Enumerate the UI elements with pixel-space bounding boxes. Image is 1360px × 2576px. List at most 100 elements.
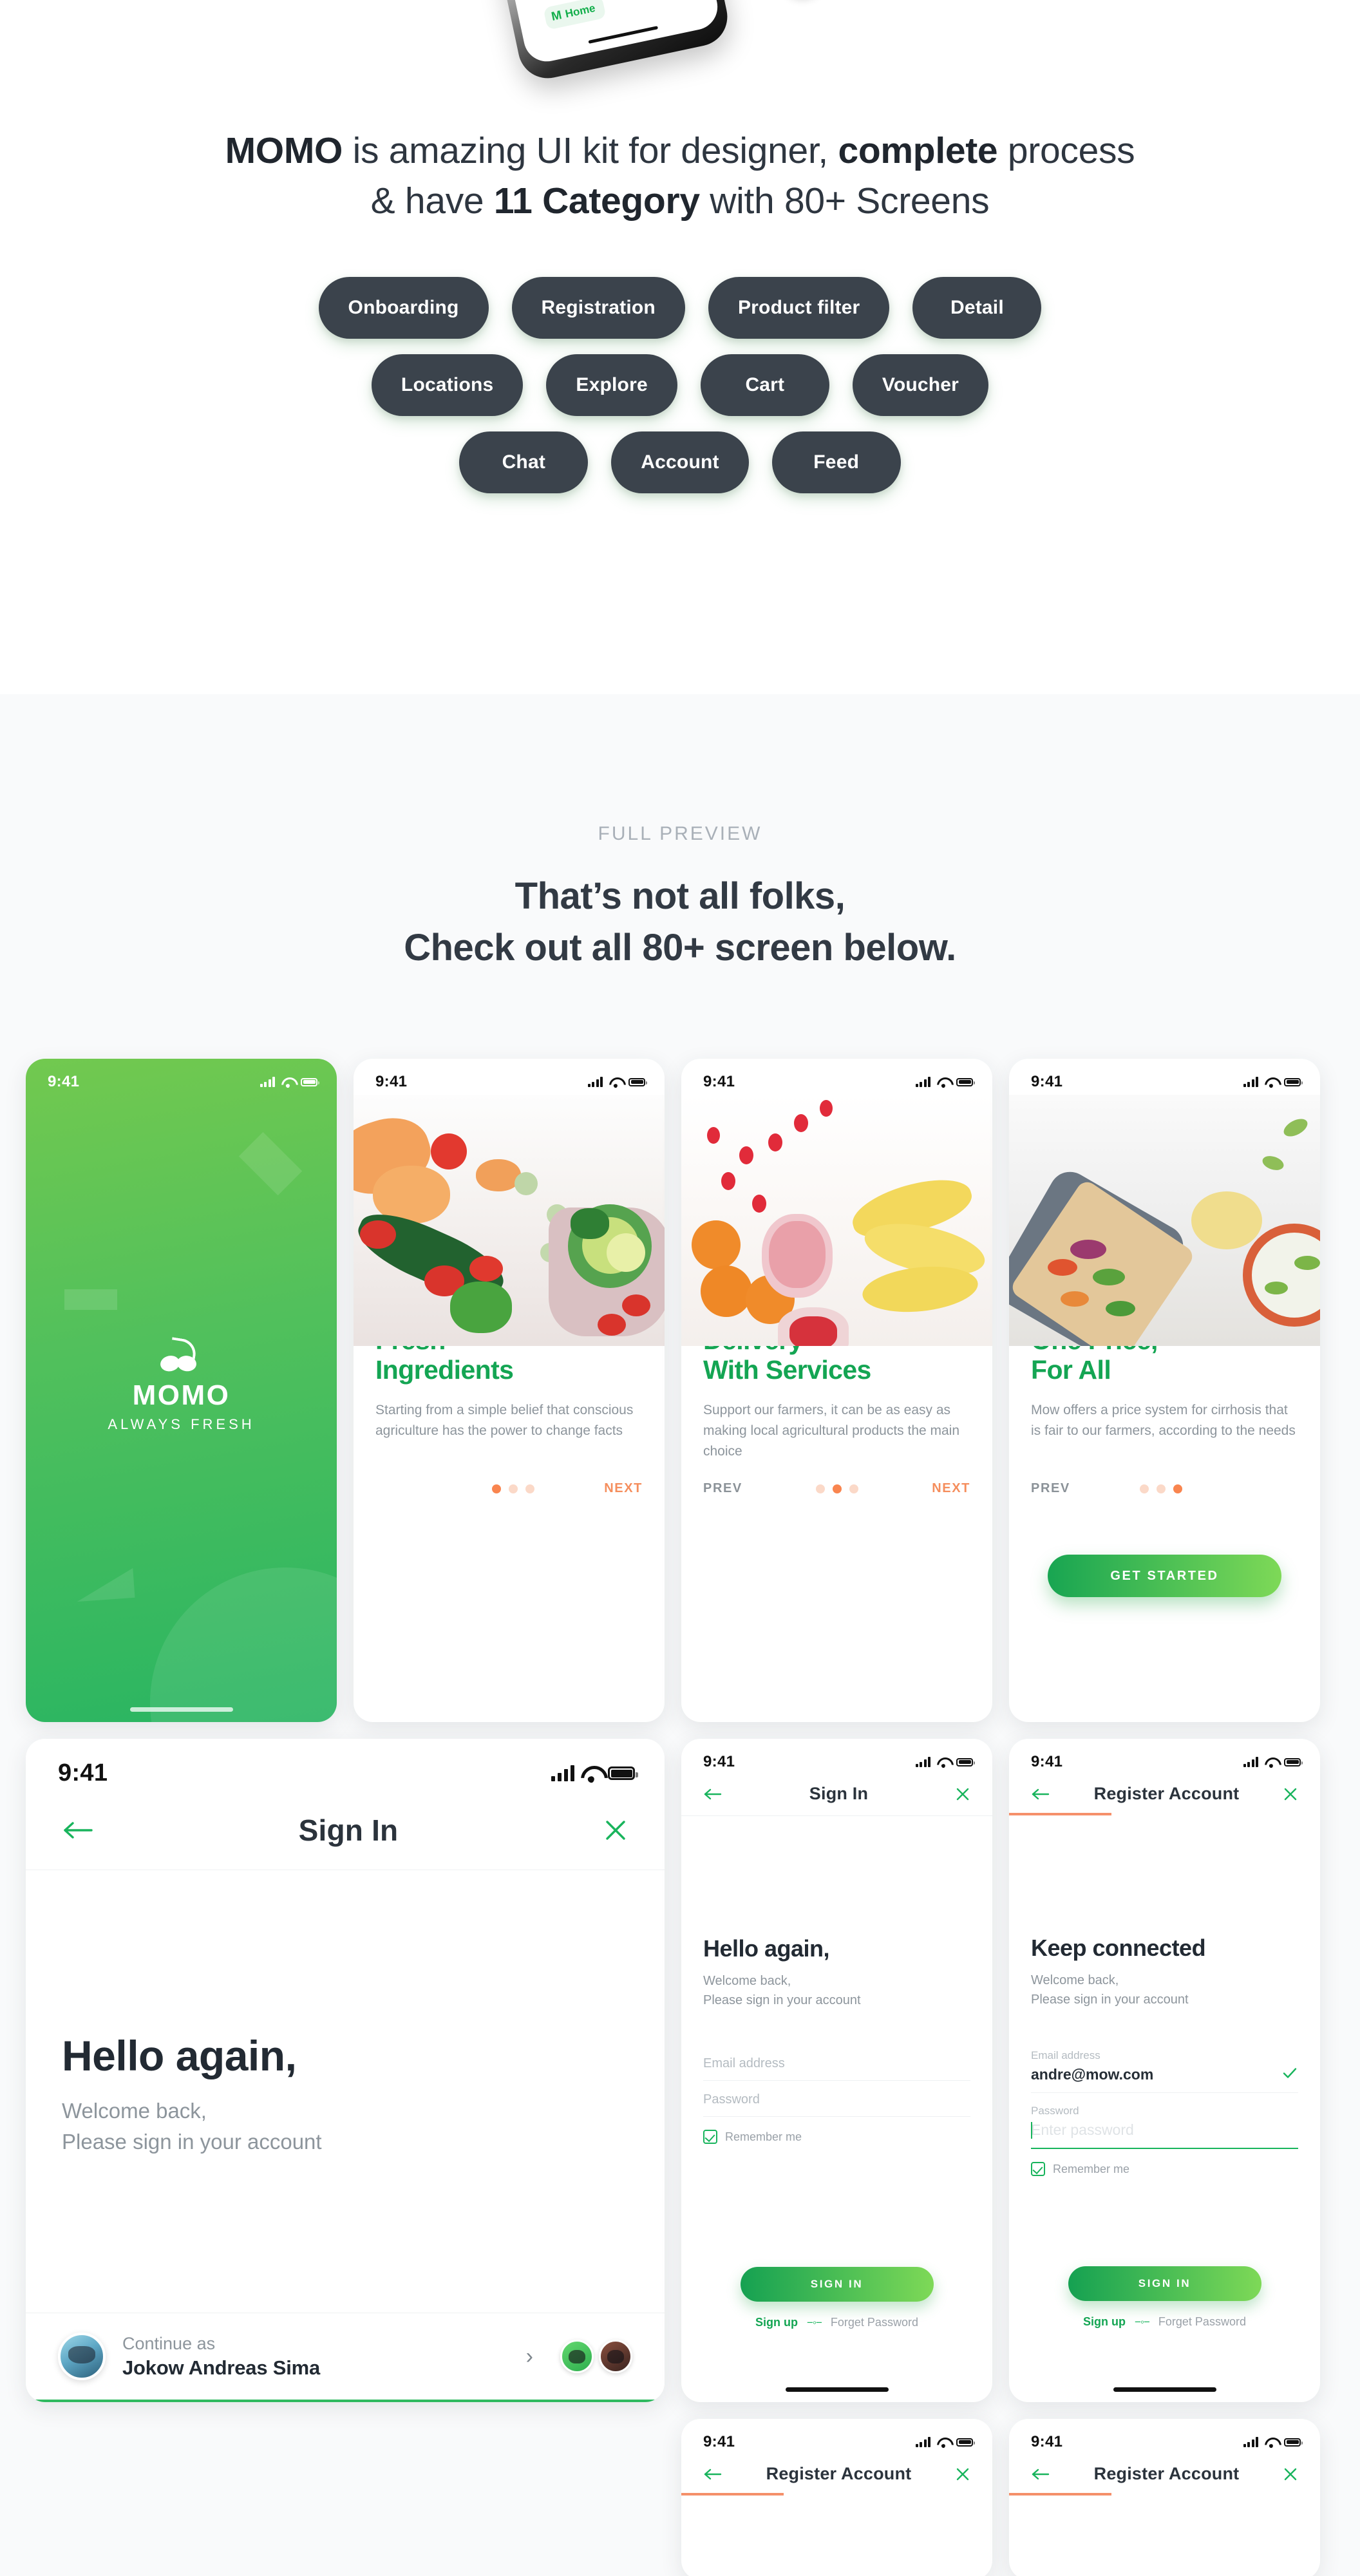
battery-icon bbox=[1284, 1077, 1303, 1086]
remember-me-checkbox[interactable] bbox=[703, 2130, 717, 2144]
decor-blob bbox=[150, 1567, 337, 1722]
screen-card-signin-large[interactable]: 9:41 Sign In Hello again, Welcome back, … bbox=[26, 1739, 665, 2402]
page-title: Sign In bbox=[298, 1814, 399, 1847]
status-bar-icons bbox=[260, 1077, 319, 1087]
preview-eyebrow: FULL PREVIEW bbox=[598, 823, 762, 844]
category-tag-chat[interactable]: Chat bbox=[459, 431, 589, 493]
sign-in-button[interactable]: SIGN IN bbox=[1068, 2266, 1261, 2301]
splash-brand-name: MOMO bbox=[132, 1379, 231, 1412]
navigation-bar: Register Account bbox=[681, 2455, 992, 2496]
navigation-bar: Register Account bbox=[1009, 1775, 1320, 1815]
wifi-icon bbox=[1265, 1757, 1278, 1767]
close-icon[interactable] bbox=[1283, 1786, 1298, 1802]
close-icon[interactable] bbox=[955, 2467, 970, 2482]
category-tag-explore[interactable]: Explore bbox=[546, 354, 677, 416]
onboarding-next-button[interactable]: NEXT bbox=[604, 1481, 643, 1496]
battery-icon bbox=[1284, 1757, 1303, 1766]
onboarding-next-button[interactable]: NEXT bbox=[932, 1481, 970, 1496]
status-bar: 9:41 bbox=[1009, 1739, 1320, 1775]
category-tag-detail[interactable]: Detail bbox=[912, 277, 1042, 339]
category-tag-feed[interactable]: Feed bbox=[771, 431, 901, 493]
pager-dot[interactable] bbox=[849, 1484, 859, 1493]
back-arrow-icon[interactable] bbox=[703, 2467, 722, 2481]
password-field-label: Password bbox=[1031, 2105, 1079, 2117]
close-icon[interactable] bbox=[1283, 2467, 1298, 2482]
tagline-text-d: with 80+ Screens bbox=[699, 180, 990, 222]
tagline-text-c: & have bbox=[370, 180, 494, 222]
back-arrow-icon[interactable] bbox=[703, 1787, 722, 1801]
remember-me-checkbox[interactable] bbox=[1031, 2162, 1045, 2176]
pager-dot[interactable] bbox=[508, 1484, 518, 1493]
pager-dot[interactable] bbox=[1156, 1484, 1166, 1493]
link-separator-icon: −◦− bbox=[807, 2316, 822, 2329]
forget-password-link[interactable]: Forget Password bbox=[1158, 2315, 1246, 2329]
remember-me-row[interactable]: Remember me bbox=[703, 2117, 970, 2144]
email-field[interactable]: Email address andre@mow.com bbox=[1031, 2038, 1298, 2093]
onboarding-pager-dots bbox=[1139, 1484, 1182, 1493]
pager-dot[interactable] bbox=[816, 1484, 826, 1493]
page-title: Sign In bbox=[809, 1784, 869, 1803]
signin-subtext: Welcome back, Please sign in your accoun… bbox=[62, 2096, 628, 2157]
sign-up-link[interactable]: Sign up bbox=[1083, 2315, 1126, 2329]
category-tag-locations[interactable]: Locations bbox=[371, 354, 524, 416]
screen-card-splash[interactable]: 9:41 MOMO ALWAYS FRESH bbox=[26, 1059, 337, 1722]
screen-card-onboarding-1[interactable]: 9:41 Fresh Ingredients Starting from a s… bbox=[354, 1059, 665, 1722]
screens-grid: 9:41 MOMO ALWAYS FRESH 9:41 Ingredients … bbox=[26, 1059, 1339, 2576]
category-tag-voucher[interactable]: Voucher bbox=[852, 354, 989, 416]
category-tag-account[interactable]: Account bbox=[611, 431, 749, 493]
close-icon[interactable] bbox=[603, 1817, 628, 1843]
pager-dot[interactable] bbox=[525, 1484, 534, 1493]
category-tag-cart[interactable]: Cart bbox=[700, 354, 829, 416]
forget-password-link[interactable]: Forget Password bbox=[831, 2316, 918, 2329]
continue-as-row[interactable]: Continue as Jokow Andreas Sima › bbox=[26, 2313, 665, 2402]
screen-card-signin-small[interactable]: 9:41 Sign In Hello again, Welcome back, … bbox=[681, 1739, 992, 2402]
category-tag-product-filter[interactable]: Product filter bbox=[708, 277, 890, 339]
back-arrow-icon[interactable] bbox=[1031, 1787, 1050, 1801]
password-field[interactable]: Password Enter password bbox=[1031, 2093, 1298, 2149]
remember-me-row[interactable]: Remember me bbox=[1031, 2149, 1298, 2176]
password-field[interactable]: Password bbox=[703, 2081, 970, 2117]
register-subtext-line-2: Please sign in your account bbox=[1031, 1993, 1189, 2007]
back-arrow-icon[interactable] bbox=[1031, 2467, 1050, 2481]
screen-card-onboarding-2[interactable]: 9:41 Delivery With Services Support our … bbox=[681, 1059, 992, 1722]
navigation-bar: Register Account bbox=[1009, 2455, 1320, 2496]
avatar[interactable] bbox=[599, 2340, 632, 2373]
screen-card-register-stub-b[interactable]: 9:41 Register Account bbox=[1009, 2419, 1320, 2576]
check-icon bbox=[1283, 2067, 1297, 2082]
chevron-right-icon[interactable]: › bbox=[526, 2345, 533, 2367]
avatar[interactable] bbox=[560, 2340, 594, 2373]
close-icon[interactable] bbox=[955, 1786, 970, 1802]
category-tag-onboarding[interactable]: Onboarding bbox=[318, 277, 489, 339]
avatar bbox=[58, 2333, 106, 2380]
sign-in-button[interactable]: SIGN IN bbox=[740, 2267, 934, 2302]
pager-dot[interactable] bbox=[1173, 1484, 1182, 1493]
category-tag-registration[interactable]: Registration bbox=[511, 277, 685, 339]
signal-icon bbox=[260, 1077, 275, 1087]
get-started-button[interactable]: GET STARTED bbox=[1048, 1555, 1281, 1597]
signin-subtext: Welcome back, Please sign in your accoun… bbox=[703, 1971, 970, 2010]
status-bar-time: 9:41 bbox=[703, 2433, 735, 2450]
screen-card-onboarding-3[interactable]: 9:41 One Price, For All Mow offers a pri… bbox=[1009, 1059, 1320, 1722]
signin-heading: Hello again, bbox=[62, 2032, 297, 2079]
onboarding-pager-dots bbox=[491, 1484, 534, 1493]
status-bar-icons bbox=[551, 1765, 638, 1781]
screen-card-register[interactable]: 9:41 Register Account Keep connected Wel… bbox=[1009, 1739, 1320, 2402]
pager-dot[interactable] bbox=[833, 1484, 842, 1493]
pager-dot[interactable] bbox=[491, 1484, 501, 1493]
sign-up-link[interactable]: Sign up bbox=[755, 2316, 798, 2329]
onboarding-photo-vegetables bbox=[354, 1095, 665, 1346]
status-bar: 9:41 bbox=[1009, 1059, 1320, 1095]
onboarding-prev-button[interactable]: PREV bbox=[703, 1481, 742, 1496]
status-bar: 9:41 bbox=[354, 1059, 665, 1095]
back-arrow-icon[interactable] bbox=[62, 1819, 94, 1842]
onboarding-prev-button[interactable]: PREV bbox=[1031, 1481, 1070, 1496]
email-field[interactable]: Email address bbox=[703, 2045, 970, 2081]
momo-m-icon: M bbox=[550, 8, 563, 24]
register-subtext-line-1: Welcome back, bbox=[1031, 1973, 1119, 1987]
cherry-logo-icon bbox=[158, 1337, 203, 1374]
screen-card-register-stub-a[interactable]: 9:41 Register Account bbox=[681, 2419, 992, 2576]
footer-accent-bar bbox=[26, 2400, 665, 2402]
pager-dot[interactable] bbox=[1139, 1484, 1149, 1493]
hero-tagline: MOMO is amazing UI kit for designer, com… bbox=[0, 126, 1360, 226]
preview-title-line-2: Check out all 80+ screen below. bbox=[404, 927, 956, 969]
